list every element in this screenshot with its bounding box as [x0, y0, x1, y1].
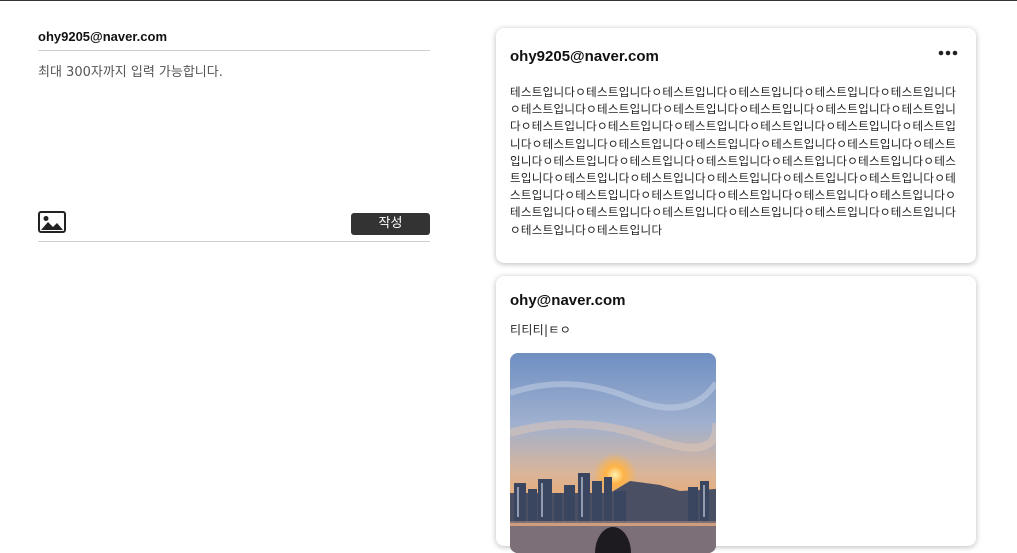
- post-card: ohy9205@naver.com 테스트입니다ㅇ테스트입니다ㅇ테스트입니다ㅇ테…: [496, 28, 976, 263]
- post-user-email: ohy@naver.com: [510, 292, 626, 309]
- composer-user-email: ohy9205@naver.com: [38, 26, 430, 51]
- more-horizontal-icon[interactable]: [938, 45, 958, 61]
- post-body-text: 티티티|ㅌㅇ: [510, 323, 572, 337]
- post-card: ohy@naver.com 티티티|ㅌㅇ: [496, 276, 976, 553]
- post-body-text: 테스트입니다ㅇ테스트입니다ㅇ테스트입니다ㅇ테스트입니다ㅇ테스트입니다ㅇ테스트입니…: [510, 85, 957, 237]
- post-photo[interactable]: [510, 353, 716, 553]
- post-user-email: ohy9205@naver.com: [510, 48, 659, 65]
- sunset-city-photo: [510, 353, 716, 553]
- post-composer: ohy9205@naver.com 작성: [38, 26, 430, 242]
- submit-post-button[interactable]: 작성: [351, 213, 430, 235]
- composer-toolbar: 작성: [38, 211, 430, 242]
- post-content-input[interactable]: [38, 51, 430, 211]
- top-border: [0, 0, 1017, 1]
- image-icon[interactable]: [38, 211, 66, 233]
